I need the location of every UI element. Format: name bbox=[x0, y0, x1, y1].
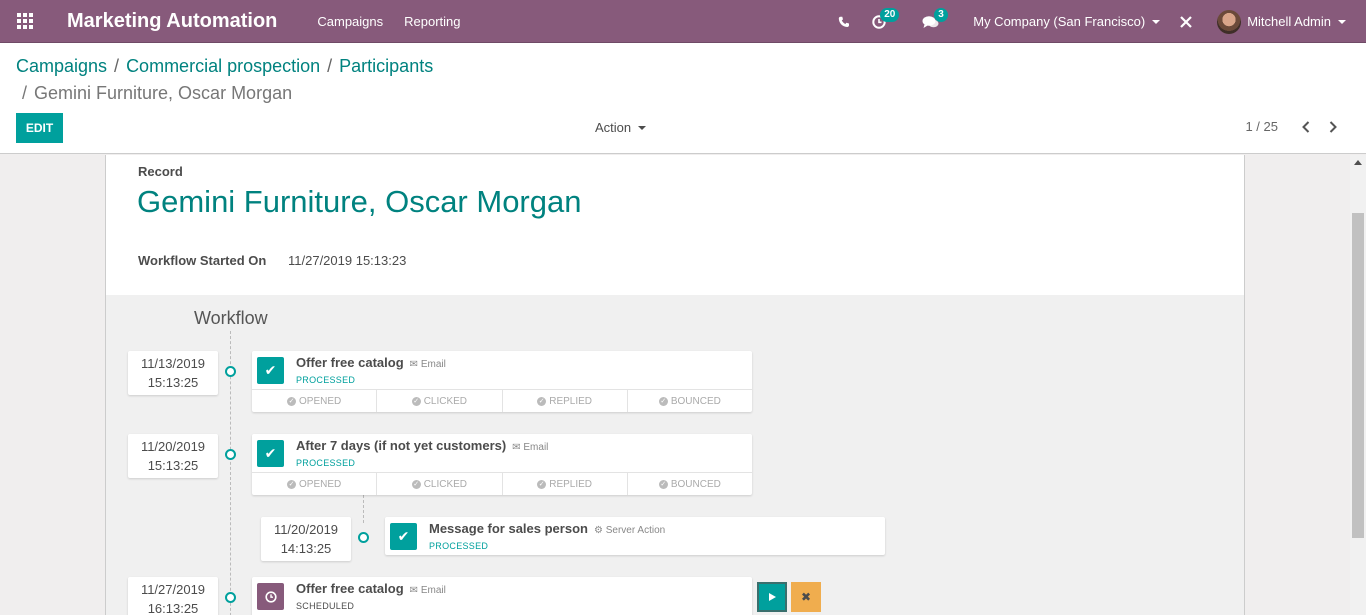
action-dropdown[interactable]: Action bbox=[595, 120, 647, 135]
breadcrumb-campaign[interactable]: Commercial prospection bbox=[126, 56, 320, 76]
check-circle-icon: ✓ bbox=[287, 479, 296, 489]
workflow-section: Workflow 11/13/2019 15:13:25 ✔ Offer free… bbox=[106, 295, 1244, 615]
activity-date: 11/27/2019 16:13:25 bbox=[128, 577, 218, 615]
workflow-started-label: Workflow Started On bbox=[138, 253, 267, 268]
stat-bounced: ✓ BOUNCED bbox=[658, 478, 721, 490]
activity-state: PROCESSED bbox=[429, 541, 489, 551]
breadcrumb-current-line: / Gemini Furniture, Oscar Morgan bbox=[22, 83, 293, 103]
activity-date: 11/13/2019 15:13:25 bbox=[128, 351, 218, 395]
activity-card[interactable]: ✔ Offer free catalog ✉ Email PROCESSED ✓ O… bbox=[252, 351, 752, 412]
clock-icon bbox=[257, 583, 284, 610]
app-title: Marketing Automation bbox=[67, 9, 278, 32]
stat-opened: ✓ OPENED bbox=[252, 390, 378, 412]
chevron-down-icon bbox=[1338, 19, 1346, 24]
debug-tools-icon[interactable] bbox=[1179, 15, 1193, 29]
message-count-badge: 3 bbox=[934, 7, 948, 22]
user-name: Mitchell Admin bbox=[1247, 14, 1331, 29]
breadcrumb: Campaigns / Commercial prospection / Partici… bbox=[16, 56, 434, 76]
pager-previous-icon[interactable] bbox=[1292, 120, 1319, 133]
breadcrumb-current: Gemini Furniture, Oscar Morgan bbox=[34, 83, 293, 103]
check-circle-icon: ✓ bbox=[658, 479, 668, 489]
activity-title: Offer free catalog ✉ Email bbox=[296, 355, 446, 370]
action-label: Action bbox=[595, 120, 632, 135]
stat-replied: ✓ REPLIED bbox=[503, 473, 628, 495]
email-icon: ✉ Email bbox=[409, 585, 446, 596]
pager-next-icon[interactable] bbox=[1319, 120, 1346, 133]
check-icon: ✔ bbox=[390, 523, 417, 550]
clock-icon[interactable]: 20 bbox=[872, 7, 900, 29]
activity-card[interactable]: ✔ Message for sales person ⚙ Server Actio… bbox=[385, 517, 885, 555]
stat-clicked: ✓ CLICKED bbox=[377, 390, 503, 412]
stat-replied: ✓ REPLIED bbox=[503, 390, 628, 412]
vertical-scrollbar[interactable] bbox=[1350, 155, 1366, 615]
menu-reporting[interactable]: Reporting bbox=[404, 14, 460, 29]
check-circle-icon: ✓ bbox=[658, 396, 668, 406]
activity-card[interactable]: ✔ After 7 days (if not yet customers) ✉ E… bbox=[252, 434, 752, 495]
activity-date: 11/20/2019 14:13:25 bbox=[261, 517, 351, 561]
email-icon: ✉ Email bbox=[512, 442, 549, 453]
activity-state: SCHEDULED bbox=[296, 601, 355, 611]
breadcrumb-campaigns[interactable]: Campaigns bbox=[16, 56, 107, 76]
scrollbar-thumb[interactable] bbox=[1352, 213, 1364, 538]
pager: 1 / 25 bbox=[1245, 119, 1346, 134]
activity-title: After 7 days (if not yet customers) ✉ Ema… bbox=[296, 438, 549, 453]
stat-opened: ✓ OPENED bbox=[252, 473, 378, 495]
stat-bounced: ✓ BOUNCED bbox=[658, 395, 721, 407]
run-now-button[interactable] bbox=[757, 582, 787, 612]
company-name: My Company (San Francisco) bbox=[973, 14, 1146, 29]
activity-stats: ✓ OPENED ✓ CLICKED ✓ REPLIED ✓ BOUNCED bbox=[252, 389, 752, 412]
phone-icon[interactable] bbox=[838, 16, 850, 28]
gears-icon: ⚙ Server Action bbox=[593, 525, 666, 536]
stat-clicked: ✓ CLICKED bbox=[377, 473, 503, 495]
workflow-started-value: 11/27/2019 15:13:23 bbox=[288, 253, 407, 268]
timeline-dot bbox=[225, 366, 236, 377]
activity-count-badge: 20 bbox=[880, 7, 900, 22]
check-circle-icon: ✓ bbox=[537, 479, 547, 489]
top-navbar: Marketing Automation Campaigns Reporting… bbox=[0, 0, 1366, 43]
form-sheet: Record Gemini Furniture, Oscar Morgan Wo… bbox=[105, 155, 1245, 615]
check-circle-icon: ✓ bbox=[287, 396, 296, 406]
company-switcher[interactable]: My Company (San Francisco) bbox=[973, 14, 1161, 29]
check-icon: ✔ bbox=[257, 357, 284, 384]
activity-state: PROCESSED bbox=[296, 375, 356, 385]
chevron-down-icon bbox=[1152, 19, 1161, 24]
activity-title: Message for sales person ⚙ Server Action bbox=[429, 521, 666, 536]
activity-state: PROCESSED bbox=[296, 458, 356, 468]
check-circle-icon: ✓ bbox=[537, 396, 547, 406]
edit-button[interactable]: EDIT bbox=[16, 113, 63, 143]
avatar bbox=[1217, 9, 1242, 34]
cancel-button[interactable]: ✖ bbox=[791, 582, 821, 612]
timeline-dot bbox=[358, 532, 369, 543]
check-circle-icon: ✓ bbox=[411, 396, 421, 406]
chevron-down-icon bbox=[638, 125, 647, 130]
timeline-dot bbox=[225, 449, 236, 460]
pager-counter[interactable]: 1 / 25 bbox=[1245, 119, 1278, 134]
chat-icon[interactable]: 3 bbox=[922, 7, 948, 29]
breadcrumb-participants[interactable]: Participants bbox=[339, 56, 433, 76]
record-label: Record bbox=[138, 164, 183, 179]
activity-stats: ✓ OPENED ✓ CLICKED ✓ REPLIED ✓ BOUNCED bbox=[252, 472, 752, 495]
scroll-up-icon[interactable] bbox=[1354, 160, 1362, 165]
user-menu[interactable]: Mitchell Admin bbox=[1217, 9, 1346, 34]
activity-date: 11/20/2019 15:13:25 bbox=[128, 434, 218, 478]
control-panel: Campaigns / Commercial prospection / Partici… bbox=[0, 43, 1366, 154]
email-icon: ✉ Email bbox=[409, 359, 446, 370]
form-scroll-area: Record Gemini Furniture, Oscar Morgan Wo… bbox=[0, 155, 1366, 615]
activity-card[interactable]: Offer free catalog ✉ Email SCHEDULED bbox=[252, 577, 752, 615]
workflow-title: Workflow bbox=[194, 308, 268, 328]
menu-campaigns[interactable]: Campaigns bbox=[317, 14, 383, 29]
activity-title: Offer free catalog ✉ Email bbox=[296, 581, 446, 596]
record-title[interactable]: Gemini Furniture, Oscar Morgan bbox=[137, 184, 581, 220]
apps-menu-icon[interactable] bbox=[0, 0, 50, 43]
timeline-dot bbox=[225, 592, 236, 603]
check-circle-icon: ✓ bbox=[411, 479, 421, 489]
check-icon: ✔ bbox=[257, 440, 284, 467]
